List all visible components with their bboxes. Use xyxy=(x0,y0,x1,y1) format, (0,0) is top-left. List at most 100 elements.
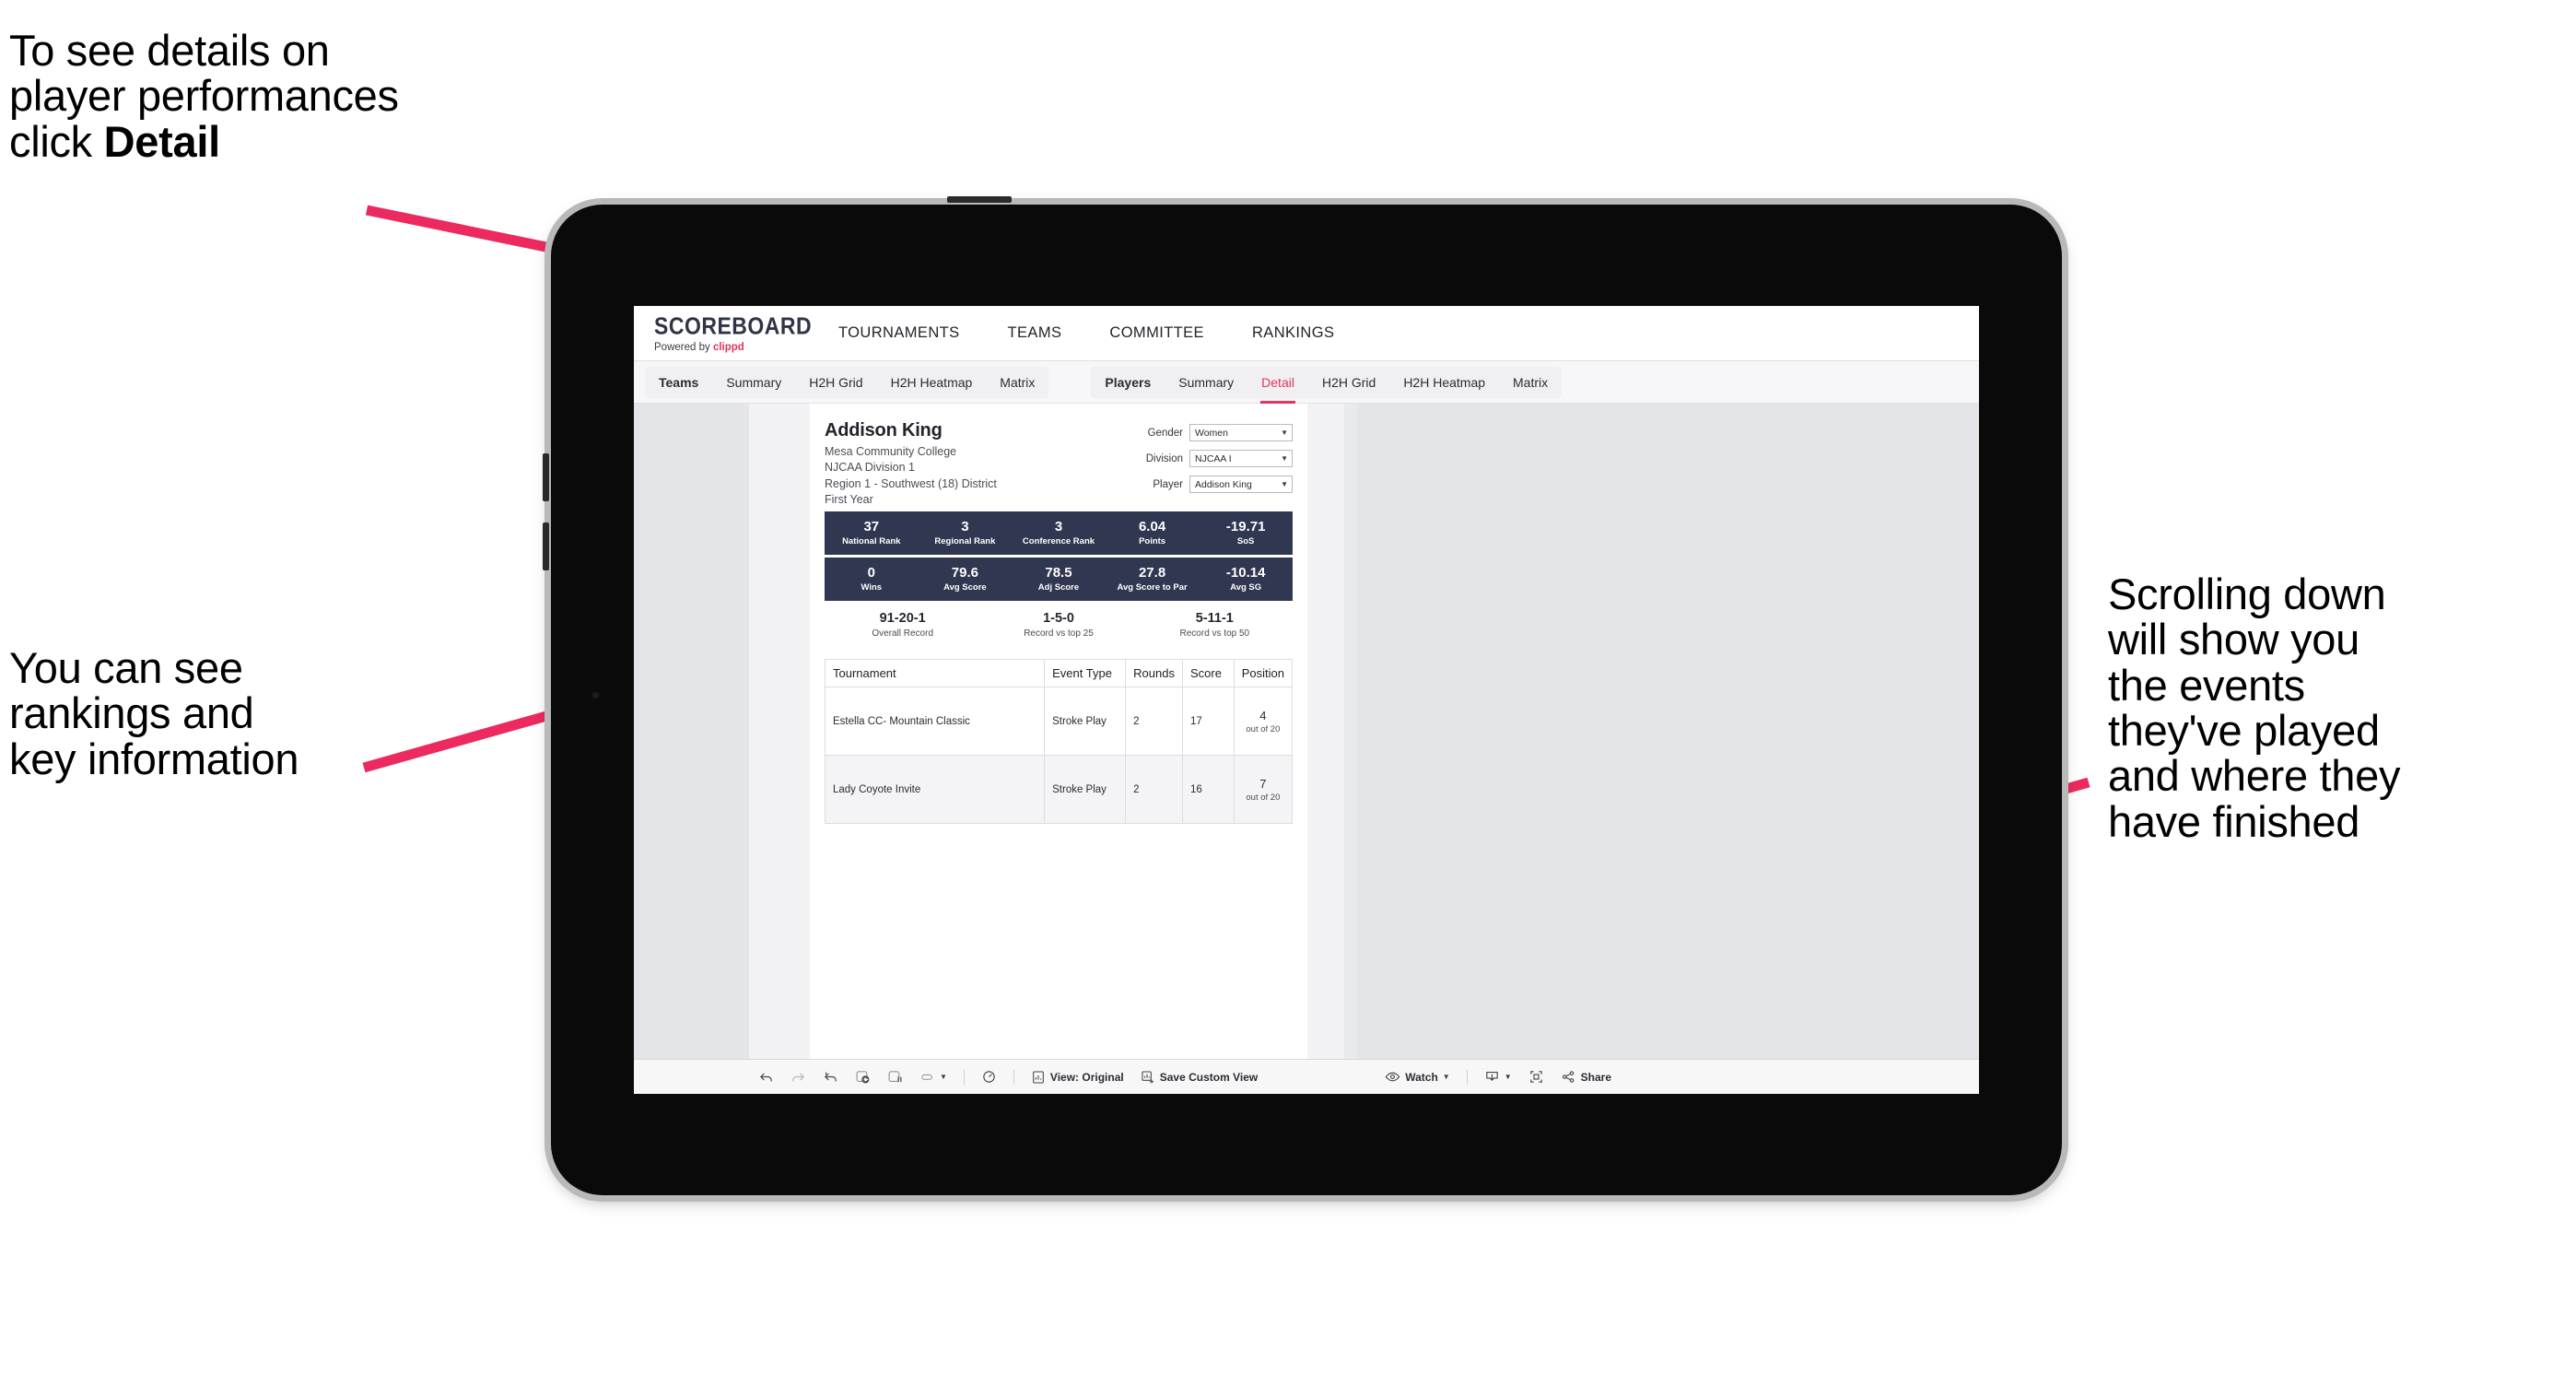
filter-panel: Gender Women ▼ Division NJCAA I ▼ Player… xyxy=(1121,420,1293,506)
stat-value: 27.8 xyxy=(1138,564,1166,581)
column-header-rounds[interactable]: Rounds xyxy=(1125,659,1183,687)
filter-division: Division NJCAA I ▼ xyxy=(1121,450,1293,467)
toolbar-separator xyxy=(963,1069,965,1085)
refresh-button[interactable] xyxy=(847,1060,879,1094)
view-original-button[interactable]: View: Original xyxy=(1023,1060,1132,1094)
stat-label: SoS xyxy=(1236,536,1255,547)
filter-division-value: NJCAA I xyxy=(1195,452,1232,464)
browser-screen: SCOREBOARD Powered by clippd TOURNAMENTS… xyxy=(634,306,1979,1094)
events-table: Tournament Event Type Rounds Score Posit… xyxy=(824,659,1294,824)
player-year: First Year xyxy=(825,493,873,506)
subnav-group-teams: Teams Summary H2H Grid H2H Heatmap Matri… xyxy=(645,366,1049,398)
nav-committee[interactable]: COMMITTEE xyxy=(1085,306,1228,360)
stat-sos: -19.71 SoS xyxy=(1199,518,1293,547)
column-header-position[interactable]: Position xyxy=(1233,659,1294,687)
column-header-event-type[interactable]: Event Type xyxy=(1044,659,1127,687)
annotation-top-left-bold: Detail xyxy=(103,116,221,166)
stat-label: Wins xyxy=(861,582,883,593)
stat-wins: 0 Wins xyxy=(825,564,919,593)
stat-avg-score-to-par: 27.8 Avg Score to Par xyxy=(1106,564,1200,593)
save-custom-view-button[interactable]: Save Custom View xyxy=(1132,1060,1267,1094)
subnav-players-detail[interactable]: Detail xyxy=(1247,367,1308,404)
filter-gender-value: Women xyxy=(1195,427,1228,439)
cell-rounds: 2 xyxy=(1125,755,1183,824)
watch-label: Watch xyxy=(1405,1070,1438,1084)
powered-by-prefix: Powered by xyxy=(654,341,713,353)
chevron-down-icon: ▼ xyxy=(940,1072,947,1081)
share-button[interactable]: Share xyxy=(1552,1060,1620,1094)
tablet-camera xyxy=(591,691,600,699)
filter-gender-select[interactable]: Women ▼ xyxy=(1189,424,1293,441)
watch-button[interactable]: Watch ▼ xyxy=(1376,1060,1458,1094)
column-header-score[interactable]: Score xyxy=(1181,659,1235,687)
subnav-players[interactable]: Players xyxy=(1091,367,1165,398)
sheet-scroll-strip[interactable] xyxy=(1344,404,1357,1059)
nav-tournaments[interactable]: TOURNAMENTS xyxy=(814,306,984,360)
subnav-teams-matrix[interactable]: Matrix xyxy=(986,367,1048,398)
subnav-teams-h2h-heatmap[interactable]: H2H Heatmap xyxy=(877,367,987,398)
filter-division-label: Division xyxy=(1145,452,1183,464)
brand-logo[interactable]: SCOREBOARD Powered by clippd xyxy=(634,313,814,353)
subnav-players-h2h-heatmap[interactable]: H2H Heatmap xyxy=(1389,367,1499,398)
download-button[interactable]: ▼ xyxy=(1476,1060,1520,1094)
clippd-name: clippd xyxy=(712,341,744,353)
redo-icon xyxy=(792,1073,804,1082)
filter-division-select[interactable]: NJCAA I ▼ xyxy=(1189,450,1293,467)
stat-avg-sg: -10.14 Avg SG xyxy=(1199,565,1293,593)
highlight-button[interactable]: ▼ xyxy=(911,1060,955,1094)
subnav-players-h2h-grid[interactable]: H2H Grid xyxy=(1308,367,1389,398)
stat-label: National Rank xyxy=(842,536,901,547)
position-value: 4 xyxy=(1259,708,1267,722)
player-name: Addison King xyxy=(825,420,943,440)
cell-event-type: Stroke Play xyxy=(1044,755,1127,824)
eye-icon xyxy=(1385,1072,1400,1082)
stat-value: 37 xyxy=(863,518,880,534)
subnav-teams-h2h-grid[interactable]: H2H Grid xyxy=(795,367,876,398)
filter-player: Player Addison King ▼ xyxy=(1121,476,1293,493)
stat-value: 0 xyxy=(867,564,875,581)
stat-value: 79.6 xyxy=(951,564,978,581)
nav-teams[interactable]: TEAMS xyxy=(984,306,1086,360)
toolbar-separator xyxy=(1466,1069,1468,1085)
view-icon xyxy=(1033,1070,1044,1084)
redo-button[interactable] xyxy=(782,1060,814,1094)
chevron-down-icon: ▼ xyxy=(1504,1072,1512,1081)
annotation-mid-left: You can see rankings and key information xyxy=(9,643,299,783)
subnav-players-summary[interactable]: Summary xyxy=(1165,367,1247,398)
report-content: Addison King Mesa Community College NJCA… xyxy=(810,404,1307,1059)
table-row[interactable]: Estella CC- Mountain Classic Stroke Play… xyxy=(824,687,1294,756)
fullscreen-button[interactable] xyxy=(1520,1060,1552,1094)
stats-bar-scoring: 0 Wins 79.6 Avg Score 78.5 Adj Score 27.8 Av… xyxy=(825,558,1293,601)
stat-regional-rank: 3 Regional Rank xyxy=(919,519,1013,546)
canvas-right-gutter xyxy=(1357,404,1979,1059)
pause-button[interactable] xyxy=(879,1060,911,1094)
canvas-left-gutter xyxy=(634,404,749,1059)
subnav-players-matrix[interactable]: Matrix xyxy=(1499,367,1562,398)
chevron-down-icon: ▼ xyxy=(1442,1072,1450,1081)
filter-player-select[interactable]: Addison King ▼ xyxy=(1189,476,1293,493)
player-info: Addison King Mesa Community College NJCA… xyxy=(825,420,1121,506)
undo-icon xyxy=(760,1073,772,1082)
filter-gender-label: Gender xyxy=(1147,427,1183,439)
undo-button[interactable] xyxy=(750,1060,782,1094)
stat-national-rank: 37 National Rank xyxy=(825,518,919,547)
cell-tournament: Estella CC- Mountain Classic xyxy=(824,687,1046,756)
revert-button[interactable] xyxy=(814,1060,847,1094)
stat-points: 6.04 Points xyxy=(1106,519,1200,546)
stat-value: -19.71 xyxy=(1225,518,1266,534)
filter-player-value: Addison King xyxy=(1195,478,1252,490)
record-label: Overall Record xyxy=(872,628,934,639)
share-label: Share xyxy=(1580,1070,1611,1084)
stat-label: Avg Score xyxy=(943,582,987,593)
pause-auto-update-button[interactable] xyxy=(973,1060,1005,1094)
view-original-label: View: Original xyxy=(1049,1070,1124,1084)
position-value: 7 xyxy=(1259,776,1267,791)
subnav-teams-summary[interactable]: Summary xyxy=(712,367,795,398)
stat-adj-score: 78.5 Adj Score xyxy=(1012,565,1106,593)
nav-rankings[interactable]: RANKINGS xyxy=(1228,306,1358,360)
stat-label: Avg SG xyxy=(1230,582,1262,593)
record-value: 5-11-1 xyxy=(1195,611,1234,626)
table-row[interactable]: Lady Coyote Invite Stroke Play 2 16 7 ou… xyxy=(824,755,1294,824)
subnav-teams[interactable]: Teams xyxy=(645,367,712,398)
column-header-tournament[interactable]: Tournament xyxy=(824,659,1046,687)
